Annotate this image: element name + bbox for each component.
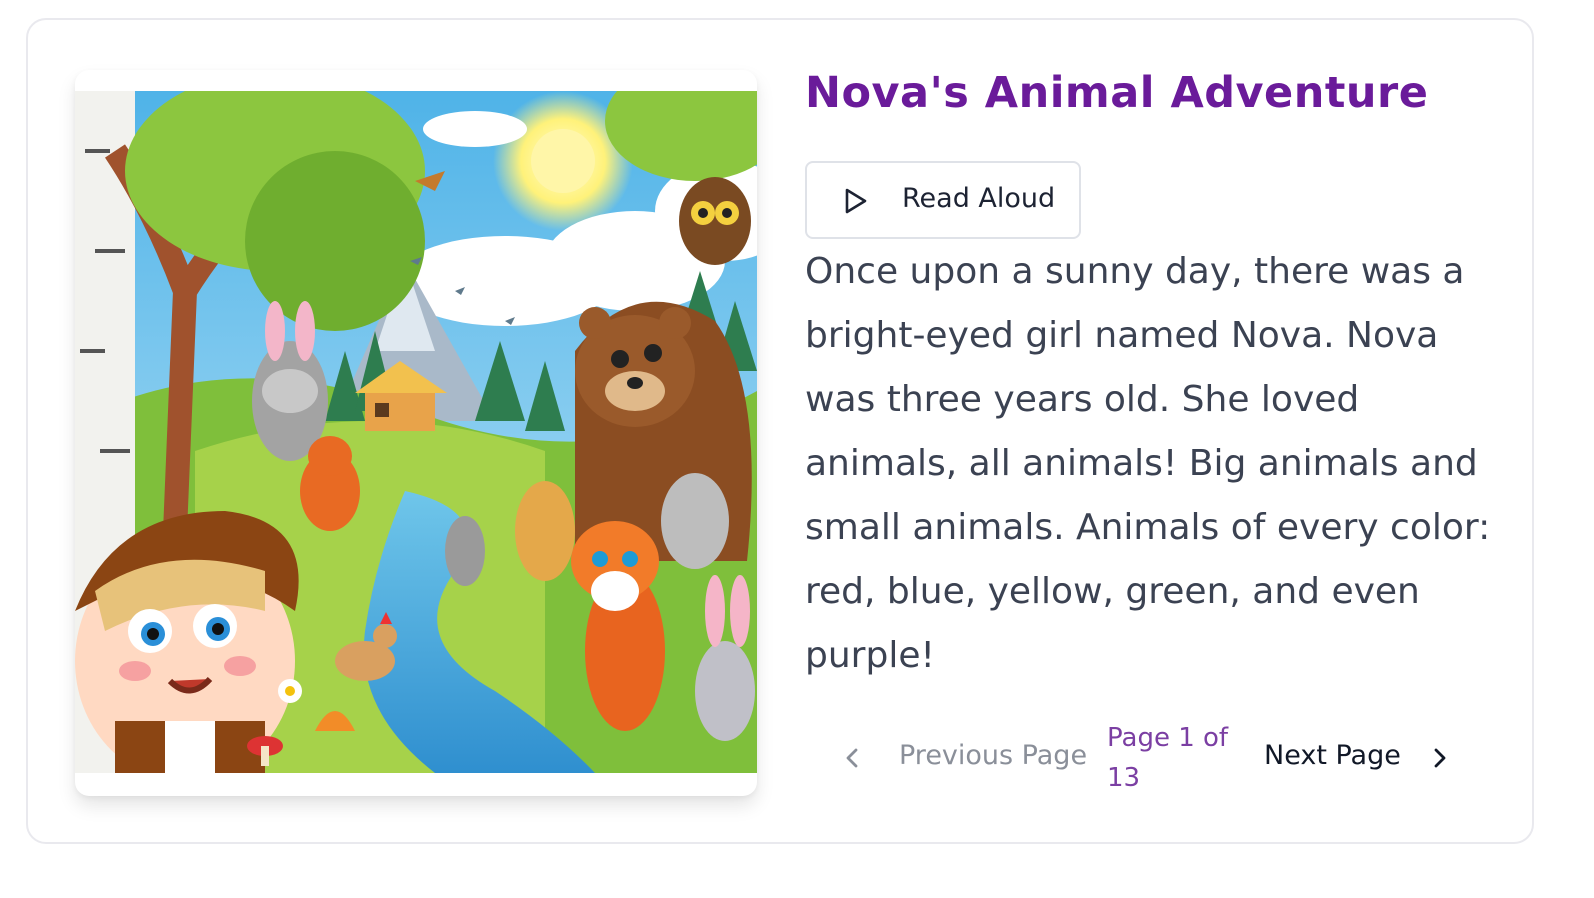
play-icon [845, 188, 867, 214]
page-indicator: Page 1 of 13 [1107, 723, 1229, 793]
story-text: Once upon a sunny day, there was a brigh… [805, 251, 1491, 676]
read-aloud-button[interactable]: Read Aloud [805, 161, 1081, 239]
forest-animals-illustration [75, 91, 757, 773]
story-title: Nova's Animal Adventure [805, 68, 1429, 118]
chevron-left-icon[interactable] [842, 746, 862, 770]
next-page-button[interactable]: Next Page [1264, 740, 1401, 771]
read-aloud-label: Read Aloud [902, 183, 1056, 214]
story-illustration [75, 70, 757, 796]
chevron-right-icon[interactable] [1430, 746, 1450, 770]
previous-page-button[interactable]: Previous Page [899, 740, 1087, 771]
